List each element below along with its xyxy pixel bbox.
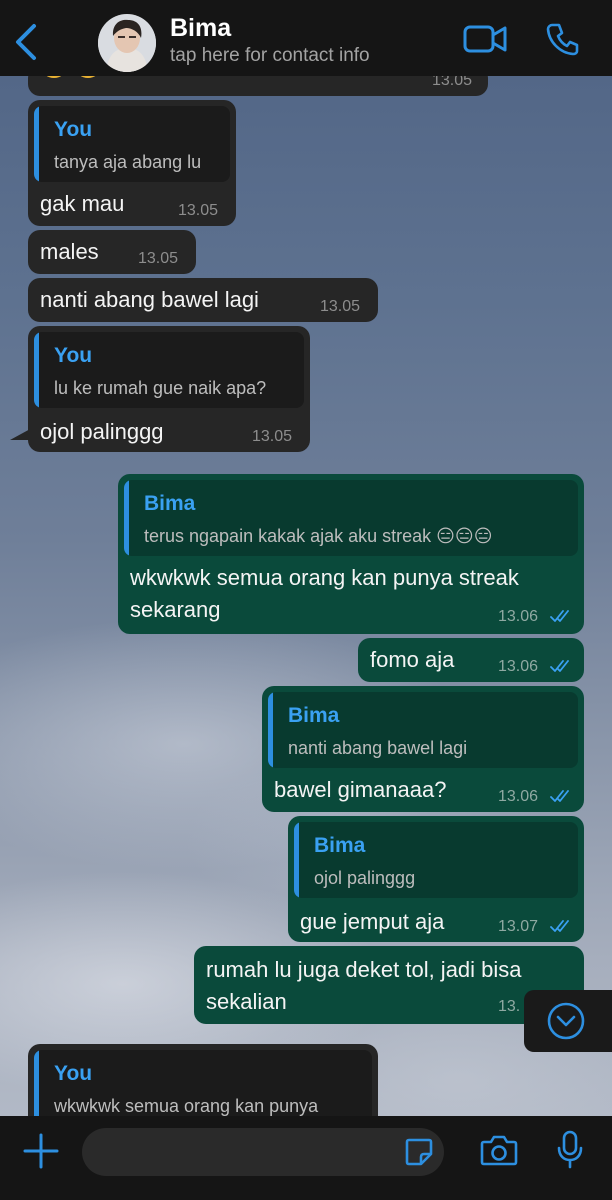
- message-bubble[interactable]: fomo aja 13.06: [358, 638, 584, 682]
- message-time: 13.06: [498, 658, 539, 675]
- message-text: nanti abang bawel lagi: [40, 287, 259, 312]
- message-time: 13.05: [252, 428, 293, 445]
- quoted-text: terus ngapain kakak ajak aku streak 😑😑😑: [144, 526, 493, 546]
- message-bubble[interactable]: You tanya aja abang lu gak mau 13.05: [28, 100, 236, 226]
- message-text: sekalian: [206, 989, 287, 1014]
- message-text: rumah lu juga deket tol, jadi bisa: [206, 957, 522, 982]
- message-text: bawel gimanaaa?: [274, 777, 447, 802]
- message-text: sekarang: [130, 597, 221, 622]
- quoted-author: Bima: [314, 834, 366, 857]
- message-input[interactable]: [82, 1128, 444, 1176]
- quoted-text: lu ke rumah gue naik apa?: [54, 378, 267, 398]
- message-time: 13.05: [178, 202, 219, 219]
- microphone-icon[interactable]: [556, 1130, 584, 1170]
- quoted-text: wkwkwk semua orang kan punya: [54, 1096, 319, 1116]
- video-call-icon[interactable]: [462, 22, 508, 56]
- phone-icon[interactable]: [546, 22, 580, 56]
- read-receipt-icon: [550, 790, 569, 802]
- contact-name[interactable]: Bima: [170, 14, 231, 43]
- message-time: 13.06: [498, 788, 539, 805]
- message-text: wkwkwk semua orang kan punya streak: [130, 565, 519, 590]
- chevron-down-icon: [547, 1002, 585, 1040]
- quoted-author: You: [54, 1062, 93, 1085]
- message-time: 13.: [498, 998, 521, 1015]
- quoted-reply[interactable]: You lu ke rumah gue naik apa?: [34, 332, 304, 408]
- avatar[interactable]: [98, 14, 156, 72]
- message-text: gak mau: [40, 191, 125, 216]
- quoted-author: You: [54, 344, 93, 367]
- quoted-author: Bima: [288, 704, 340, 727]
- message-composer: [0, 1116, 612, 1200]
- message-bubble[interactable]: You lu ke rumah gue naik apa? ojol palin…: [28, 326, 310, 452]
- sticker-icon[interactable]: [404, 1137, 434, 1167]
- message-time: 13.06: [498, 608, 539, 625]
- message-text: gue jemput aja: [300, 909, 445, 934]
- scroll-to-bottom-button[interactable]: [524, 990, 612, 1052]
- quoted-reply[interactable]: Bima terus ngapain kakak ajak aku streak…: [124, 480, 578, 556]
- camera-icon[interactable]: [480, 1133, 518, 1167]
- message-time: 13.07: [498, 918, 539, 935]
- plus-icon[interactable]: [22, 1132, 60, 1170]
- message-text: males: [40, 239, 99, 264]
- chevron-left-icon[interactable]: [10, 22, 42, 62]
- read-receipt-icon: [550, 920, 569, 932]
- message-time: 13.05: [138, 250, 179, 267]
- quoted-reply[interactable]: Bima nanti abang bawel lagi: [268, 692, 578, 768]
- message-text: fomo aja: [370, 647, 455, 672]
- quoted-text: ojol palinggg: [314, 868, 416, 888]
- chat-header: Bima tap here for contact info: [0, 0, 612, 76]
- quoted-text: nanti abang bawel lagi: [288, 738, 468, 758]
- message-text: ojol palinggg: [40, 419, 164, 444]
- quoted-reply[interactable]: You tanya aja abang lu: [34, 106, 230, 182]
- message-bubble[interactable]: nanti abang bawel lagi 13.05: [28, 278, 378, 322]
- read-receipt-icon: [550, 610, 569, 622]
- contact-info-hint[interactable]: tap here for contact info: [170, 45, 370, 67]
- message-bubble[interactable]: Bima ojol palinggg gue jemput aja 13.07: [288, 816, 584, 942]
- read-receipt-icon: [550, 660, 569, 672]
- message-bubble[interactable]: Bima terus ngapain kakak ajak aku streak…: [118, 474, 584, 634]
- message-time: 13.05: [320, 298, 361, 315]
- quoted-text: tanya aja abang lu: [54, 152, 202, 172]
- quoted-author: You: [54, 118, 93, 141]
- quoted-reply[interactable]: Bima ojol palinggg: [294, 822, 578, 898]
- message-bubble[interactable]: Bima nanti abang bawel lagi bawel gimana…: [262, 686, 584, 812]
- message-bubble[interactable]: males 13.05: [28, 230, 196, 274]
- quoted-author: Bima: [144, 492, 196, 515]
